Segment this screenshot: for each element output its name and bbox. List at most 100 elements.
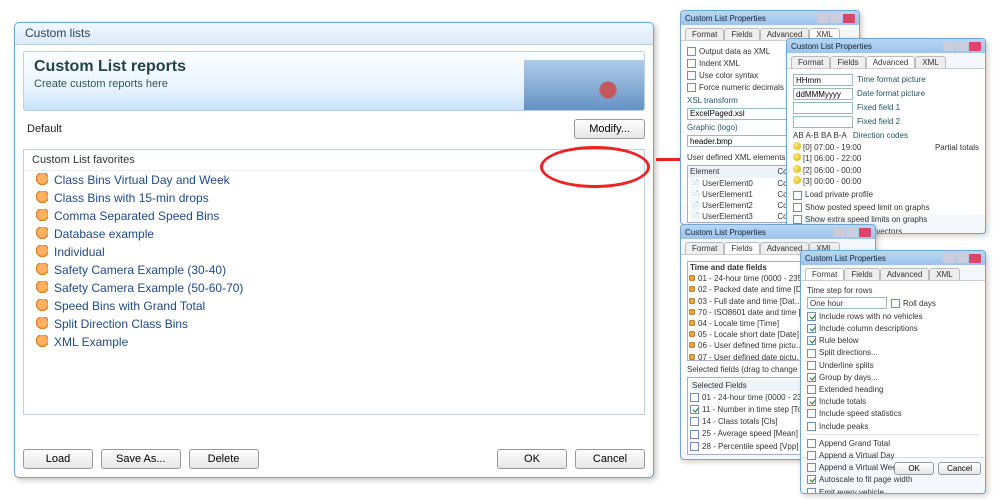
save-as-button[interactable]: Save As... — [101, 449, 181, 469]
bullet-icon — [793, 165, 801, 173]
report-icon — [34, 209, 48, 223]
properties-format-dialog: Custom List Properties Format Fields Adv… — [800, 250, 986, 494]
bullet-icon — [793, 176, 801, 184]
checkbox[interactable] — [807, 324, 816, 333]
partial-total-item[interactable]: [3] 00:00 - 00:00 — [793, 176, 931, 187]
checkbox[interactable] — [690, 442, 699, 451]
mini-title: Custom List Properties — [685, 228, 766, 237]
checkbox[interactable] — [690, 405, 699, 414]
close-icon[interactable] — [969, 254, 981, 263]
ok-button[interactable]: OK — [497, 449, 567, 469]
checkbox[interactable] — [807, 373, 816, 382]
banner-graphic — [524, 60, 644, 110]
favorite-item[interactable]: Class Bins Virtual Day and Week — [24, 171, 644, 189]
checkbox[interactable] — [807, 439, 816, 448]
tab-advanced[interactable]: Advanced — [880, 268, 930, 280]
checkbox[interactable] — [807, 349, 816, 358]
minimize-icon[interactable] — [943, 254, 955, 263]
fixed1-input[interactable] — [793, 102, 853, 114]
favorite-item[interactable]: Comma Separated Speed Bins — [24, 207, 644, 225]
cancel-button[interactable]: Cancel — [575, 449, 645, 469]
report-icon — [34, 263, 48, 277]
graphic-input[interactable] — [687, 135, 787, 147]
xsl-label: XSL transform — [687, 95, 738, 106]
checkbox[interactable] — [807, 475, 816, 484]
checkbox[interactable] — [687, 71, 696, 80]
checkbox[interactable] — [690, 417, 699, 426]
xsl-input[interactable] — [687, 108, 787, 120]
fixed2-input[interactable] — [793, 116, 853, 128]
close-icon[interactable] — [969, 42, 981, 51]
minimize-icon[interactable] — [833, 228, 845, 237]
report-icon — [34, 299, 48, 313]
checkbox[interactable] — [807, 385, 816, 394]
favorite-item[interactable]: Split Direction Class Bins — [24, 315, 644, 333]
checkbox[interactable] — [807, 361, 816, 370]
graphic-label: Graphic (logo) — [687, 122, 738, 133]
favorite-item[interactable]: Individual — [24, 243, 644, 261]
checkbox[interactable] — [690, 393, 699, 402]
close-icon[interactable] — [843, 14, 855, 23]
checkbox[interactable] — [687, 59, 696, 68]
favorite-item[interactable]: Safety Camera Example (50-60-70) — [24, 279, 644, 297]
date-format-input[interactable] — [793, 88, 853, 100]
delete-button[interactable]: Delete — [189, 449, 259, 469]
maximize-icon[interactable] — [846, 228, 858, 237]
minimize-icon[interactable] — [943, 42, 955, 51]
tab-fields[interactable]: Fields — [724, 28, 759, 40]
favorites-header: Custom List favorites — [24, 150, 644, 171]
tab-fields[interactable]: Fields — [844, 268, 879, 280]
tab-format[interactable]: Format — [685, 28, 724, 40]
mini-title: Custom List Properties — [791, 42, 872, 51]
favorite-item[interactable]: Class Bins with 15-min drops — [24, 189, 644, 207]
checkbox[interactable] — [807, 336, 816, 345]
checkbox[interactable] — [807, 312, 816, 321]
maximize-icon[interactable] — [830, 14, 842, 23]
favorite-item[interactable]: Speed Bins with Grand Total — [24, 297, 644, 315]
properties-advanced-dialog: Custom List Properties Format Fields Adv… — [786, 38, 986, 234]
report-icon — [34, 191, 48, 205]
tab-fields[interactable]: Fields — [830, 56, 865, 68]
rolldays-check[interactable] — [891, 299, 900, 308]
checkbox[interactable] — [793, 191, 802, 200]
favorite-item[interactable]: Safety Camera Example (30-40) — [24, 261, 644, 279]
mini-title: Custom List Properties — [805, 254, 886, 263]
checkbox[interactable] — [807, 422, 816, 431]
bullet-icon — [793, 153, 801, 161]
checkbox[interactable] — [807, 463, 816, 472]
load-button[interactable]: Load — [23, 449, 93, 469]
favorite-item[interactable]: XML Example — [24, 333, 644, 351]
tab-format[interactable]: Format — [685, 242, 724, 254]
partial-total-item[interactable]: [1] 06:00 - 22:00 — [793, 153, 931, 164]
ok-button[interactable]: OK — [894, 462, 934, 475]
modify-button[interactable]: Modify... — [574, 119, 645, 139]
cancel-button[interactable]: Cancel — [938, 462, 981, 475]
checkbox[interactable] — [687, 83, 696, 92]
checkbox[interactable] — [793, 203, 802, 212]
checkbox[interactable] — [793, 215, 802, 224]
checkbox[interactable] — [690, 430, 699, 439]
custom-lists-dialog: Custom lists Custom List reports Create … — [14, 22, 654, 478]
tab-fields[interactable]: Fields — [724, 242, 759, 254]
favorite-item[interactable]: Database example — [24, 225, 644, 243]
time-format-input[interactable] — [793, 74, 853, 86]
tab-xml[interactable]: XML — [915, 56, 945, 68]
maximize-icon[interactable] — [956, 254, 968, 263]
checkbox[interactable] — [807, 409, 816, 418]
partial-total-item[interactable]: [2] 06:00 - 00:00 — [793, 165, 931, 176]
minimize-icon[interactable] — [817, 14, 829, 23]
tab-format[interactable]: Format — [805, 268, 844, 280]
checkbox[interactable] — [807, 397, 816, 406]
tab-format[interactable]: Format — [791, 56, 830, 68]
maximize-icon[interactable] — [956, 42, 968, 51]
timestep-dropdown[interactable]: One hour — [807, 297, 887, 309]
checkbox[interactable] — [807, 488, 816, 494]
report-icon — [34, 281, 48, 295]
tab-advanced[interactable]: Advanced — [866, 56, 916, 68]
header-banner: Custom List reports Create custom report… — [23, 51, 645, 111]
partial-total-item[interactable]: [0] 07:00 - 19:00 — [793, 142, 931, 153]
checkbox[interactable] — [807, 451, 816, 460]
tab-xml[interactable]: XML — [929, 268, 959, 280]
close-icon[interactable] — [859, 228, 871, 237]
checkbox[interactable] — [687, 47, 696, 56]
